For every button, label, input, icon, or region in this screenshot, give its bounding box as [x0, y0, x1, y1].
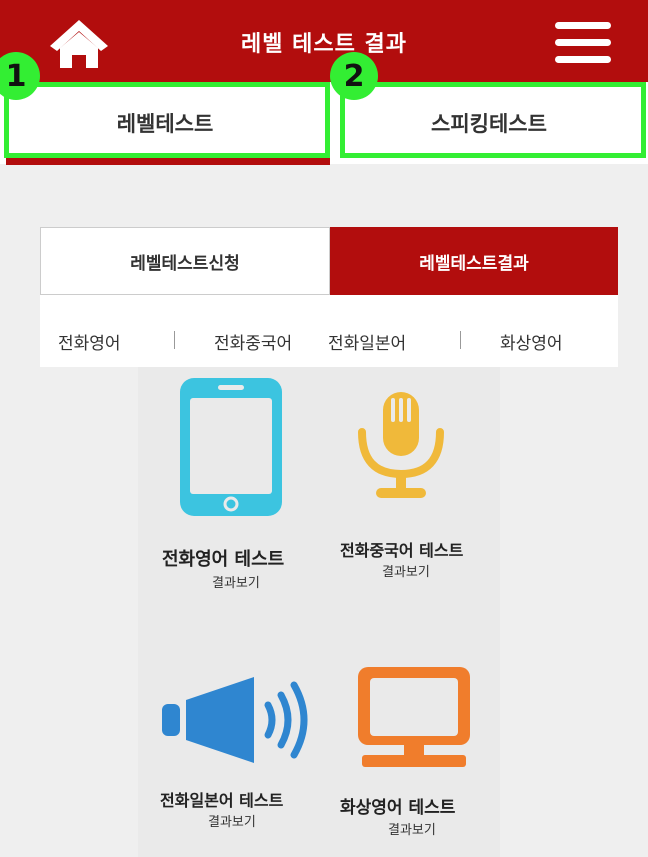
microphone-icon [358, 392, 444, 498]
lang-phone-japanese[interactable]: 전화일본어 [328, 329, 406, 354]
main-tab-bar: 레벨테스트 스피킹테스트 [0, 82, 648, 164]
number-badge-2: 2 [330, 52, 378, 100]
speaker-icon [162, 677, 308, 763]
sub-tab-bar: 레벨테스트신청 레벨테스트결과 [40, 227, 618, 295]
smartphone-icon [180, 378, 282, 516]
card-phone-japanese[interactable]: 전화일본어 테스트 결과보기 [138, 647, 318, 857]
card-subtitle: 결과보기 [382, 565, 430, 580]
card-title: 화상영어 테스트 [340, 798, 456, 818]
lang-phone-english[interactable]: 전화영어 [58, 329, 121, 354]
monitor-icon [358, 667, 470, 767]
divider [174, 331, 175, 349]
hamburger-menu-icon [555, 22, 611, 63]
divider [460, 331, 461, 349]
tab-level-test-apply[interactable]: 레벨테스트신청 [40, 227, 330, 295]
card-subtitle: 결과보기 [208, 815, 256, 830]
app-header: 레벨 테스트 결과 [0, 0, 648, 82]
tab-level-test[interactable]: 레벨테스트 [0, 82, 330, 164]
language-filter-bar: 전화영어 전화중국어 전화일본어 화상영어 [40, 295, 618, 367]
lang-video-english[interactable]: 화상영어 [500, 329, 563, 354]
tab-speaking-test[interactable]: 스피킹테스트 [330, 82, 648, 164]
lang-phone-chinese[interactable]: 전화중국어 [214, 329, 292, 354]
card-video-english[interactable]: 화상영어 테스트 결과보기 [318, 647, 500, 857]
card-phone-english[interactable]: 전화영어 테스트 결과보기 [138, 367, 318, 607]
active-tab-indicator [6, 158, 330, 165]
test-result-grid: 전화영어 테스트 결과보기 전화중국어 테스트 결과보기 전화일본어 테스트 결… [138, 367, 500, 857]
card-title: 전화영어 테스트 [162, 549, 285, 570]
card-phone-chinese[interactable]: 전화중국어 테스트 결과보기 [318, 367, 500, 607]
tab-level-test-result[interactable]: 레벨테스트결과 [330, 227, 618, 295]
menu-button[interactable] [555, 22, 611, 64]
card-subtitle: 결과보기 [212, 576, 260, 591]
card-title: 전화중국어 테스트 [340, 541, 464, 560]
card-title: 전화일본어 테스트 [160, 791, 284, 810]
page-title: 레벨 테스트 결과 [241, 32, 407, 57]
card-subtitle: 결과보기 [388, 823, 436, 838]
